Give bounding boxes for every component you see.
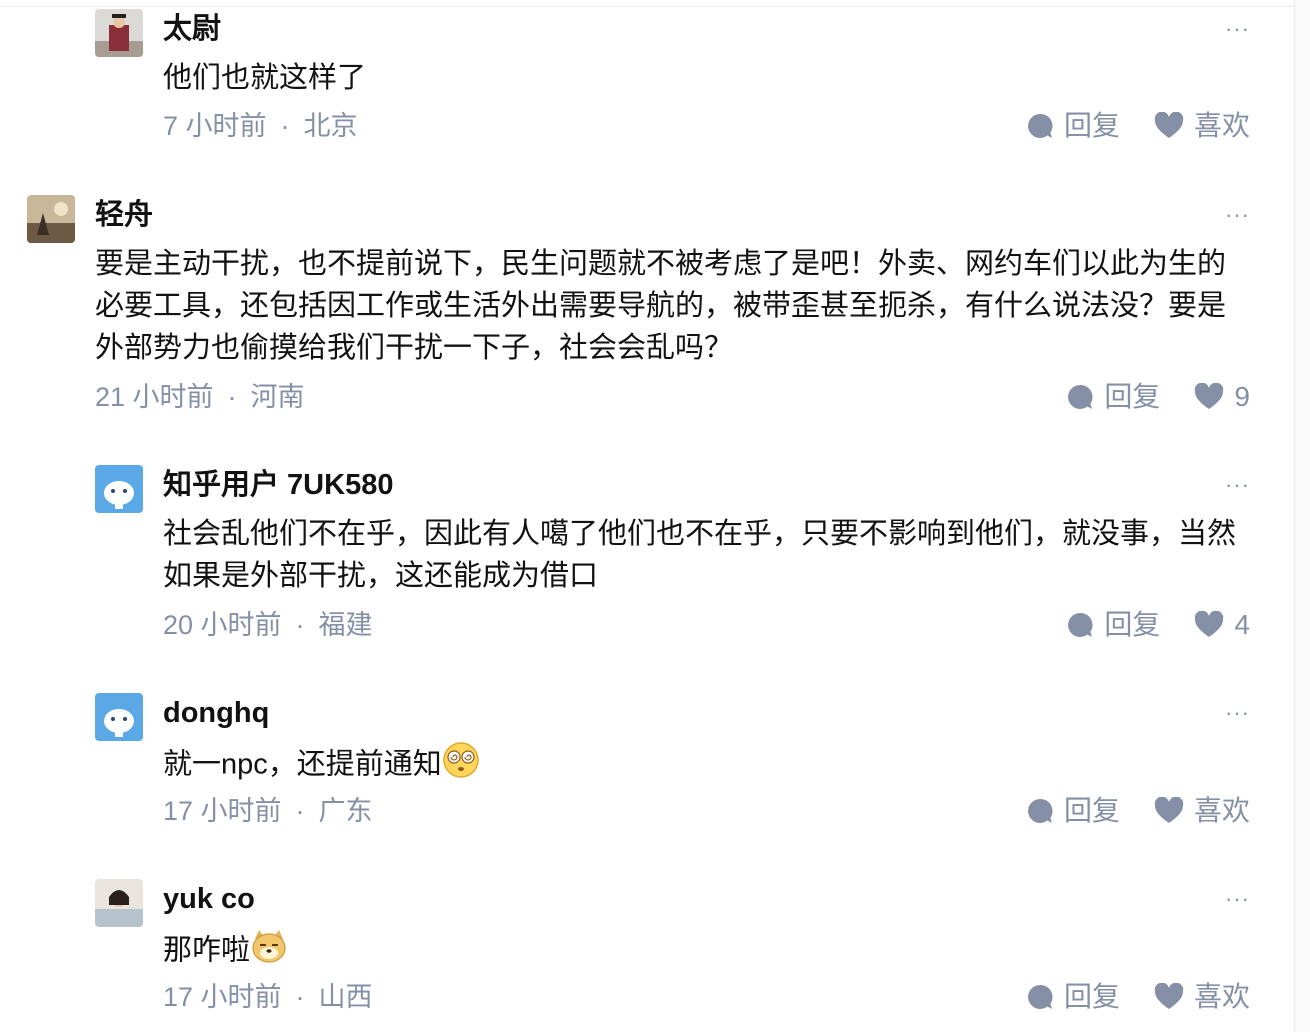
author-name[interactable]: 太尉 bbox=[163, 9, 221, 49]
reply-button[interactable]: 回复 bbox=[1026, 791, 1120, 831]
comment-location: 福建 bbox=[318, 610, 373, 640]
comment-actions: 回复 喜欢 bbox=[1026, 977, 1250, 1017]
like-button[interactable]: 喜欢 bbox=[1154, 106, 1250, 146]
more-options-icon[interactable]: ··· bbox=[1225, 888, 1250, 910]
dizzy-eyes-emoji-icon bbox=[442, 741, 480, 791]
like-button[interactable]: 4 bbox=[1194, 605, 1250, 645]
avatar[interactable] bbox=[95, 465, 143, 513]
comment-text: 要是主动干扰，也不提前说下，民生问题就不被考虑了是吧！外卖、网约车们以此为生的必… bbox=[95, 248, 1227, 364]
like-button[interactable]: 喜欢 bbox=[1154, 977, 1250, 1017]
reply-button[interactable]: 回复 bbox=[1026, 106, 1120, 146]
comment-location: 河南 bbox=[250, 382, 305, 412]
comment-text: 他们也就这样了 bbox=[163, 62, 367, 94]
comment-item: 知乎用户 7UK580 ··· 社会乱他们不在乎，因此有人噶了他们也不在乎，只要… bbox=[95, 465, 1250, 655]
comment-meta: 17 小时前 · 山西 bbox=[163, 982, 373, 1012]
comment-meta: 20 小时前 · 福建 bbox=[163, 610, 373, 640]
comment-meta: 7 小时前 · 北京 bbox=[163, 111, 358, 141]
comment-text: 社会乱他们不在乎，因此有人噶了他们也不在乎，只要不影响到他们，就没事，当然如果是… bbox=[163, 518, 1237, 592]
like-button[interactable]: 喜欢 bbox=[1154, 791, 1250, 831]
avatar[interactable] bbox=[95, 879, 143, 927]
scrollbar[interactable] bbox=[1294, 0, 1310, 1032]
author-name[interactable]: 轻舟 bbox=[95, 195, 153, 235]
comment-text: 就一npc，还提前通知 bbox=[163, 748, 442, 781]
more-options-icon[interactable]: ··· bbox=[1225, 204, 1250, 226]
comment-time: 17 小时前 bbox=[163, 982, 282, 1012]
comment-item: yuk co ··· 那咋啦 17 小时前 · 山西 回复 喜欢 bbox=[95, 879, 1250, 1029]
heart-icon bbox=[1154, 797, 1184, 823]
heart-icon bbox=[1195, 611, 1224, 637]
heart-icon bbox=[1154, 112, 1184, 138]
comment-actions: 回复 喜欢 bbox=[1026, 106, 1250, 146]
comment-meta: 17 小时前 · 广东 bbox=[163, 796, 373, 826]
reply-button[interactable]: 回复 bbox=[1026, 977, 1120, 1017]
comment-text-line: 就一npc，还提前通知 bbox=[163, 741, 1250, 791]
comment-time: 17 小时前 bbox=[163, 796, 282, 826]
comment-actions: 回复 喜欢 bbox=[1026, 791, 1250, 831]
reply-icon bbox=[1028, 984, 1053, 1009]
heart-icon bbox=[1195, 383, 1224, 409]
comment-item: 太尉 ··· 他们也就这样了 7 小时前 · 北京 回复 喜欢 bbox=[95, 9, 1250, 159]
comment-text-line: 那咋啦 bbox=[163, 927, 1250, 977]
more-options-icon[interactable]: ··· bbox=[1225, 474, 1250, 496]
avatar[interactable] bbox=[95, 693, 143, 741]
avatar[interactable] bbox=[27, 195, 75, 243]
reply-icon bbox=[1028, 798, 1053, 823]
comment-location: 山西 bbox=[318, 982, 373, 1012]
comment-item: donghq ··· 就一npc，还提前通知 17 小时前 · 广东 回复 喜欢 bbox=[95, 693, 1250, 843]
comment-time: 21 小时前 bbox=[95, 382, 214, 412]
like-button[interactable]: 9 bbox=[1194, 377, 1250, 417]
reply-button[interactable]: 回复 bbox=[1066, 377, 1160, 417]
heart-icon bbox=[1154, 983, 1184, 1009]
comment-item: 轻舟 ··· 要是主动干扰，也不提前说下，民生问题就不被考虑了是吧！外卖、网约车… bbox=[27, 195, 1250, 427]
more-options-icon[interactable]: ··· bbox=[1225, 18, 1250, 40]
reply-button[interactable]: 回复 bbox=[1066, 605, 1160, 645]
author-name[interactable]: donghq bbox=[163, 693, 269, 733]
comment-text: 那咋啦 bbox=[163, 934, 251, 967]
reply-icon bbox=[1068, 384, 1093, 409]
author-name[interactable]: 知乎用户 7UK580 bbox=[163, 465, 393, 505]
doge-emoji-icon bbox=[250, 927, 288, 977]
author-name[interactable]: yuk co bbox=[163, 879, 255, 919]
top-divider bbox=[0, 6, 1295, 7]
comment-actions: 回复 4 bbox=[1066, 605, 1250, 645]
reply-icon bbox=[1068, 612, 1093, 637]
comment-meta: 21 小时前 · 河南 bbox=[95, 382, 305, 412]
comment-location: 北京 bbox=[303, 111, 358, 141]
reply-icon bbox=[1028, 113, 1053, 138]
more-options-icon[interactable]: ··· bbox=[1225, 702, 1250, 724]
comment-time: 7 小时前 bbox=[163, 111, 267, 141]
avatar[interactable] bbox=[95, 9, 143, 57]
comment-actions: 回复 9 bbox=[1066, 377, 1250, 417]
comment-location: 广东 bbox=[318, 796, 373, 826]
comment-time: 20 小时前 bbox=[163, 610, 282, 640]
